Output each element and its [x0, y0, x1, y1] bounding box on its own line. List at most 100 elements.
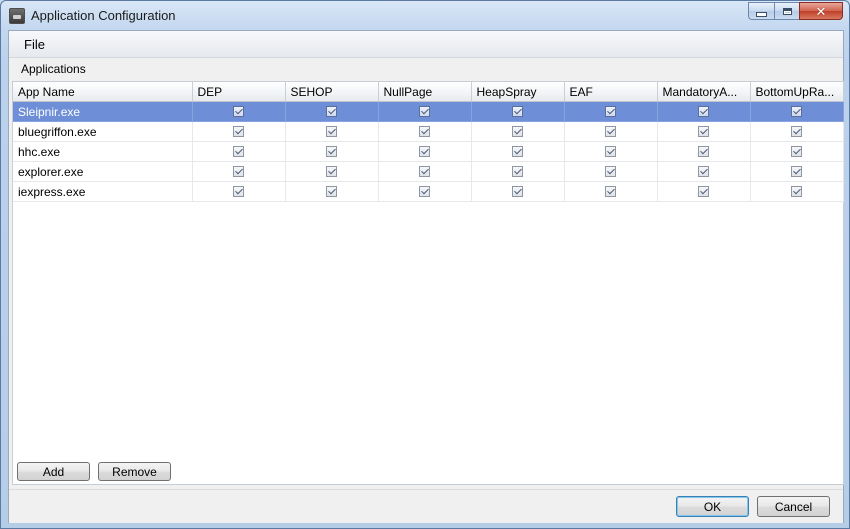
title-bar[interactable]: Application Configuration ✕	[1, 1, 849, 29]
maximize-icon	[782, 7, 792, 15]
table-row[interactable]: iexpress.exe	[13, 181, 844, 202]
mitigation-cell	[750, 141, 844, 162]
mitigation-cell	[192, 161, 286, 182]
checkbox-checked-icon[interactable]	[419, 125, 430, 137]
table-row[interactable]: hhc.exe	[13, 141, 844, 162]
checkbox-checked-icon[interactable]	[326, 125, 337, 137]
checkbox-checked-icon[interactable]	[605, 125, 616, 137]
checkbox-checked-icon[interactable]	[791, 105, 802, 117]
app-name-cell[interactable]: hhc.exe	[13, 141, 193, 162]
mitigation-cell	[564, 101, 658, 122]
checkbox-checked-icon[interactable]	[605, 105, 616, 117]
mitigation-cell	[657, 141, 751, 162]
applications-table: App Name DEP SEHOP NullPage HeapSpray EA…	[13, 82, 844, 202]
dialog-footer: OK Cancel	[9, 489, 843, 523]
checkbox-checked-icon[interactable]	[419, 185, 430, 197]
checkbox-checked-icon[interactable]	[791, 185, 802, 197]
checkbox-checked-icon[interactable]	[791, 145, 802, 157]
checkbox-checked-icon[interactable]	[233, 185, 244, 197]
app-name-cell[interactable]: bluegriffon.exe	[13, 121, 193, 142]
minimize-icon	[756, 11, 767, 17]
checkbox-checked-icon[interactable]	[791, 165, 802, 177]
checkbox-checked-icon[interactable]	[326, 185, 337, 197]
mitigation-cell	[657, 161, 751, 182]
checkbox-checked-icon[interactable]	[512, 105, 523, 117]
table-row[interactable]: explorer.exe	[13, 161, 844, 182]
checkbox-checked-icon[interactable]	[512, 125, 523, 137]
table-row[interactable]: Sleipnir.exe	[13, 101, 844, 122]
mitigation-cell	[285, 121, 379, 142]
mitigation-cell	[750, 161, 844, 182]
column-header-app-name[interactable]: App Name	[13, 82, 193, 102]
column-header-eaf[interactable]: EAF	[564, 82, 658, 102]
checkbox-checked-icon[interactable]	[512, 185, 523, 197]
maximize-button[interactable]	[774, 2, 799, 20]
mitigation-cell	[192, 181, 286, 202]
checkbox-checked-icon[interactable]	[233, 145, 244, 157]
mitigation-cell	[750, 181, 844, 202]
checkbox-checked-icon[interactable]	[233, 105, 244, 117]
ok-button[interactable]: OK	[676, 496, 749, 517]
caption-buttons: ✕	[748, 2, 843, 20]
column-header-sehop[interactable]: SEHOP	[285, 82, 379, 102]
mitigation-cell	[285, 101, 379, 122]
mitigation-cell	[378, 121, 472, 142]
checkbox-checked-icon[interactable]	[698, 145, 709, 157]
checkbox-checked-icon[interactable]	[419, 145, 430, 157]
add-button[interactable]: Add	[17, 462, 90, 481]
mitigation-cell	[564, 121, 658, 142]
checkbox-checked-icon[interactable]	[326, 145, 337, 157]
mitigation-cell	[192, 101, 286, 122]
checkbox-checked-icon[interactable]	[233, 125, 244, 137]
mitigation-cell	[471, 141, 565, 162]
checkbox-checked-icon[interactable]	[326, 165, 337, 177]
checkbox-checked-icon[interactable]	[698, 185, 709, 197]
column-header-mandatory-aslr[interactable]: MandatoryA...	[657, 82, 751, 102]
checkbox-checked-icon[interactable]	[698, 105, 709, 117]
table-header-row: App Name DEP SEHOP NullPage HeapSpray EA…	[13, 82, 844, 102]
app-name-cell[interactable]: iexpress.exe	[13, 181, 193, 202]
checkbox-checked-icon[interactable]	[233, 165, 244, 177]
remove-button[interactable]: Remove	[98, 462, 171, 481]
checkbox-checked-icon[interactable]	[419, 165, 430, 177]
app-name-cell[interactable]: explorer.exe	[13, 161, 193, 182]
checkbox-checked-icon[interactable]	[605, 145, 616, 157]
checkbox-checked-icon[interactable]	[698, 125, 709, 137]
menu-item-file[interactable]: File	[24, 37, 45, 52]
minimize-button[interactable]	[748, 2, 774, 20]
mitigation-cell	[564, 181, 658, 202]
checkbox-checked-icon[interactable]	[512, 145, 523, 157]
checkbox-checked-icon[interactable]	[698, 165, 709, 177]
column-header-nullpage[interactable]: NullPage	[378, 82, 472, 102]
mitigation-cell	[471, 181, 565, 202]
column-header-heapspray[interactable]: HeapSpray	[471, 82, 565, 102]
mitigation-cell	[285, 161, 379, 182]
mitigation-cell	[285, 141, 379, 162]
table-body: Sleipnir.exe bluegriffon.exe hhc.exe explor…	[13, 101, 844, 202]
mitigation-cell	[378, 101, 472, 122]
checkbox-checked-icon[interactable]	[605, 165, 616, 177]
applications-grid[interactable]: App Name DEP SEHOP NullPage HeapSpray EA…	[12, 81, 844, 485]
applications-label: Applications	[21, 62, 86, 76]
mitigation-cell	[378, 181, 472, 202]
cancel-button[interactable]: Cancel	[757, 496, 830, 517]
app-name-cell[interactable]: Sleipnir.exe	[13, 101, 193, 122]
column-header-dep[interactable]: DEP	[192, 82, 286, 102]
table-row[interactable]: bluegriffon.exe	[13, 121, 844, 142]
mitigation-cell	[471, 121, 565, 142]
close-button[interactable]: ✕	[799, 2, 843, 20]
mitigation-cell	[750, 101, 844, 122]
mitigation-cell	[471, 101, 565, 122]
checkbox-checked-icon[interactable]	[419, 105, 430, 117]
window-title: Application Configuration	[31, 8, 176, 23]
mitigation-cell	[378, 161, 472, 182]
checkbox-checked-icon[interactable]	[326, 105, 337, 117]
column-header-bottom-up-rand[interactable]: BottomUpRa...	[750, 82, 844, 102]
client-area: File Applications App Name DEP SEHOP Nul…	[8, 30, 844, 523]
menu-bar: File	[9, 31, 843, 58]
checkbox-checked-icon[interactable]	[512, 165, 523, 177]
mitigation-cell	[657, 101, 751, 122]
app-window-icon	[9, 8, 25, 24]
checkbox-checked-icon[interactable]	[605, 185, 616, 197]
checkbox-checked-icon[interactable]	[791, 125, 802, 137]
